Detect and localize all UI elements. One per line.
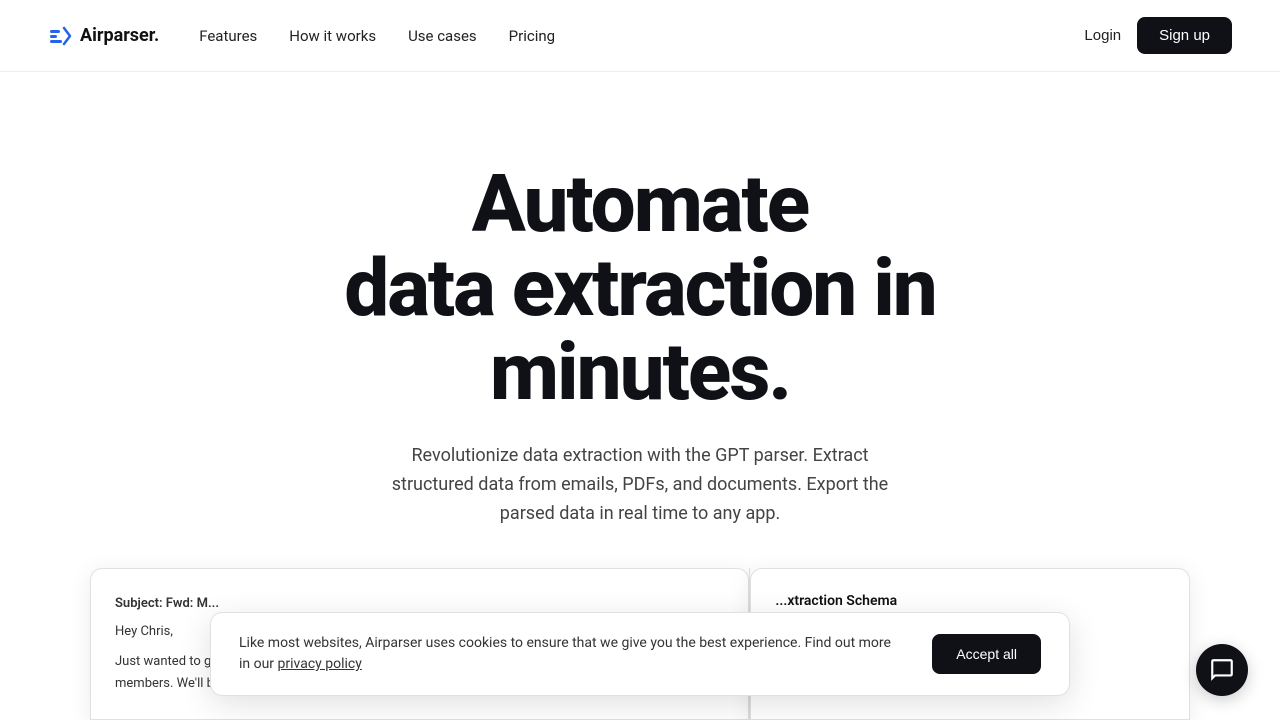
logo[interactable]: Airparser.: [48, 24, 159, 48]
logo-icon: [48, 24, 72, 48]
logo-text: Airparser.: [80, 25, 159, 46]
login-button[interactable]: Login: [1084, 27, 1121, 44]
nav-left: Airparser. Features How it works Use cas…: [48, 24, 555, 48]
nav-link-pricing[interactable]: Pricing: [509, 27, 555, 45]
hero-title-line1: Automate: [472, 157, 808, 251]
cookie-text: Like most websites, Airparser uses cooki…: [239, 633, 892, 675]
hero-title-line2: data extraction in minutes.: [344, 241, 936, 419]
signup-button[interactable]: Sign up: [1137, 17, 1232, 54]
cookie-banner: Like most websites, Airparser uses cooki…: [210, 612, 1070, 696]
nav-link-features[interactable]: Features: [199, 27, 257, 45]
hero-subtitle: Revolutionize data extraction with the G…: [380, 442, 900, 528]
schema-title: ...xtraction Schema: [775, 593, 1165, 609]
nav-link-how-it-works[interactable]: How it works: [289, 27, 376, 45]
nav-links: Features How it works Use cases Pricing: [199, 27, 555, 45]
chat-icon: [1209, 657, 1235, 683]
hero-title: Automate data extraction in minutes.: [190, 162, 1090, 414]
hero-section: Automate data extraction in minutes. Rev…: [0, 72, 1280, 618]
accept-all-button[interactable]: Accept all: [932, 634, 1041, 674]
chat-bubble-button[interactable]: [1196, 644, 1248, 696]
privacy-policy-link[interactable]: privacy policy: [278, 656, 362, 672]
nav-link-use-cases[interactable]: Use cases: [408, 27, 477, 45]
navbar: Airparser. Features How it works Use cas…: [0, 0, 1280, 72]
nav-right: Login Sign up: [1084, 17, 1232, 54]
